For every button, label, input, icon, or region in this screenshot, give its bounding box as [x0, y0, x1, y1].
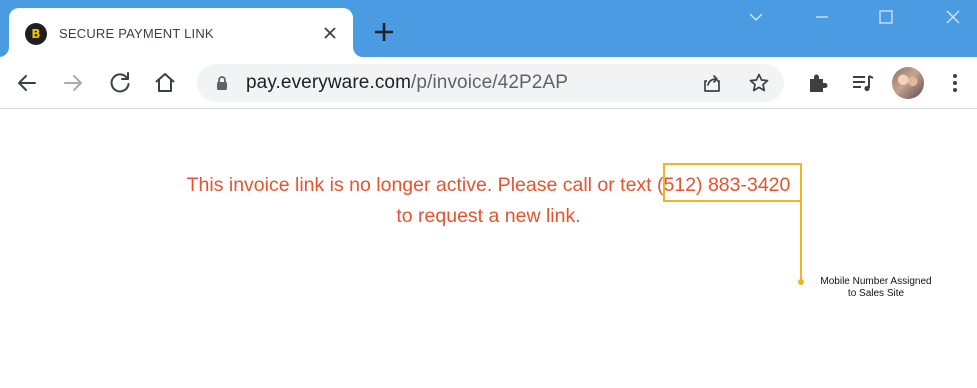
- tab-search-icon[interactable]: [745, 6, 767, 28]
- forward-icon[interactable]: [60, 70, 86, 96]
- share-icon[interactable]: [701, 72, 723, 94]
- url-path: /p/invoice/42P2AP: [411, 72, 568, 93]
- tab-title: SECURE PAYMENT LINK: [59, 26, 214, 41]
- annotation-line-1: Mobile Number Assigned: [820, 276, 932, 287]
- annotation-line-2: to Sales Site: [847, 288, 905, 299]
- star-icon[interactable]: [748, 72, 770, 94]
- tab-strip: B SECURE PAYMENT LINK: [0, 0, 977, 57]
- url-host: pay.everyware.com: [246, 72, 412, 93]
- new-tab-icon[interactable]: [372, 20, 396, 44]
- profile-avatar[interactable]: [892, 67, 924, 99]
- reload-icon[interactable]: [107, 70, 133, 96]
- browser-toolbar: pay.everyware.com/p/invoice/42P2AP: [0, 57, 977, 109]
- phone-highlight-box: [663, 163, 802, 202]
- annotation-leader-line: [800, 202, 802, 282]
- lock-icon[interactable]: [214, 75, 230, 91]
- minimize-icon[interactable]: [811, 6, 833, 28]
- annotation-callout: Mobile Number Assigned to Sales Site: [808, 276, 944, 300]
- site-favicon-icon: B: [25, 23, 47, 45]
- back-icon[interactable]: [14, 70, 40, 96]
- favicon-glyph: B: [31, 27, 41, 41]
- url-text[interactable]: pay.everyware.com/p/invoice/42P2AP: [246, 72, 568, 94]
- maximize-icon[interactable]: [875, 6, 897, 28]
- page-content: This invoice link is no longer active. P…: [0, 110, 977, 388]
- home-icon[interactable]: [152, 70, 178, 96]
- annotation-dot: [798, 279, 804, 285]
- menu-icon[interactable]: [942, 70, 968, 96]
- message-text-continued: to request a new link.: [396, 205, 581, 227]
- expired-link-message: This invoice link is no longer active. P…: [0, 170, 977, 232]
- extensions-icon[interactable]: [805, 70, 831, 96]
- media-icon[interactable]: [850, 70, 876, 96]
- address-bar[interactable]: pay.everyware.com/p/invoice/42P2AP: [197, 64, 784, 102]
- tab-close-icon[interactable]: [320, 23, 340, 43]
- browser-tab[interactable]: B SECURE PAYMENT LINK: [9, 8, 353, 57]
- close-window-icon[interactable]: [942, 6, 964, 28]
- message-text: This invoice link is no longer active. P…: [186, 174, 652, 196]
